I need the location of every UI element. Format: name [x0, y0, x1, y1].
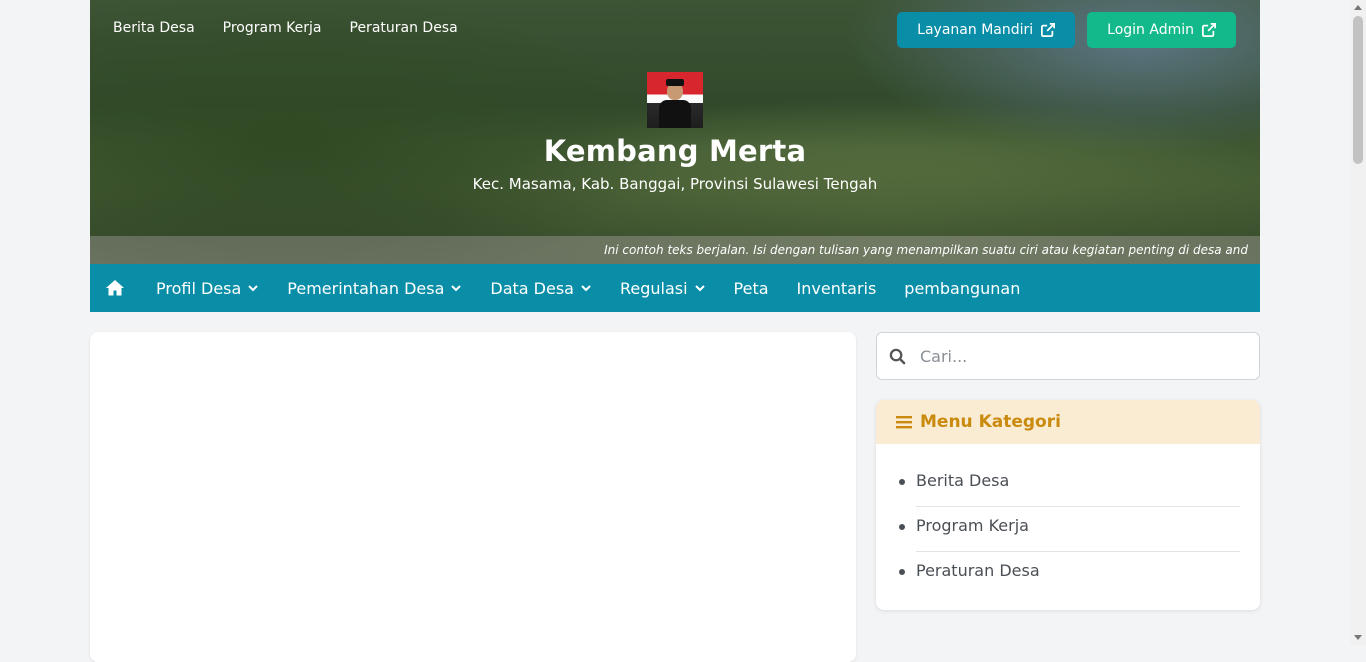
external-link-icon — [1041, 23, 1056, 37]
chevron-down-icon — [694, 285, 705, 292]
top-nav-program-kerja[interactable]: Program Kerja — [223, 20, 322, 36]
nav-inventaris[interactable]: Inventaris — [797, 279, 877, 298]
external-link-icon — [1202, 23, 1216, 37]
main-content-card — [90, 332, 856, 662]
layanan-mandiri-button[interactable]: Layanan Mandiri — [897, 12, 1076, 48]
category-item-berita-desa[interactable]: Berita Desa — [899, 462, 1240, 507]
category-list: Berita Desa Program Kerja Peraturan Desa — [876, 444, 1260, 597]
nav-pemerintahan-desa[interactable]: Pemerintahan Desa — [287, 279, 462, 298]
search-box — [876, 332, 1260, 380]
chevron-down-icon — [451, 285, 462, 292]
village-logo[interactable] — [647, 72, 703, 128]
scroll-down-icon[interactable] — [1354, 635, 1362, 640]
search-input[interactable] — [918, 345, 1242, 367]
nav-regulasi[interactable]: Regulasi — [620, 279, 706, 298]
layanan-mandiri-label: Layanan Mandiri — [917, 22, 1034, 38]
header-buttons: Layanan Mandiri Login Admin — [897, 12, 1236, 48]
chevron-down-icon — [248, 285, 259, 292]
category-item-program-kerja[interactable]: Program Kerja — [899, 507, 1240, 552]
nav-profil-desa[interactable]: Profil Desa — [156, 279, 259, 298]
login-admin-label: Login Admin — [1107, 22, 1194, 38]
running-text: Ini contoh teks berjalan. Isi dengan tul… — [90, 236, 1260, 264]
top-nav: Berita Desa Program Kerja Peraturan Desa — [113, 20, 458, 36]
site-title: Kembang Merta — [543, 134, 807, 168]
top-nav-peraturan-desa[interactable]: Peraturan Desa — [350, 20, 458, 36]
nav-data-desa[interactable]: Data Desa — [490, 279, 592, 298]
scroll-up-icon[interactable] — [1354, 5, 1362, 10]
home-icon[interactable] — [105, 278, 125, 298]
main-nav: Profil Desa Pemerintahan Desa Data Desa … — [90, 264, 1260, 312]
category-menu-title: Menu Kategori — [920, 412, 1061, 432]
nav-peta[interactable]: Peta — [734, 279, 769, 298]
site-subtitle: Kec. Masama, Kab. Banggai, Provinsi Sula… — [472, 175, 878, 193]
header-banner: Berita Desa Program Kerja Peraturan Desa… — [90, 0, 1260, 264]
category-item-peraturan-desa[interactable]: Peraturan Desa — [899, 552, 1240, 597]
login-admin-button[interactable]: Login Admin — [1087, 12, 1236, 48]
page: Berita Desa Program Kerja Peraturan Desa… — [90, 0, 1260, 662]
top-nav-berita-desa[interactable]: Berita Desa — [113, 20, 195, 36]
chevron-down-icon — [581, 285, 591, 292]
page-scrollbar[interactable] — [1350, 0, 1366, 645]
category-menu: Menu Kategori Berita Desa Program Kerja … — [876, 400, 1260, 610]
category-menu-header: Menu Kategori — [876, 400, 1260, 444]
search-icon — [889, 348, 906, 364]
nav-pembangunan[interactable]: pembangunan — [904, 279, 1020, 298]
scrollbar-thumb[interactable] — [1353, 16, 1363, 164]
bars-icon — [896, 416, 912, 429]
